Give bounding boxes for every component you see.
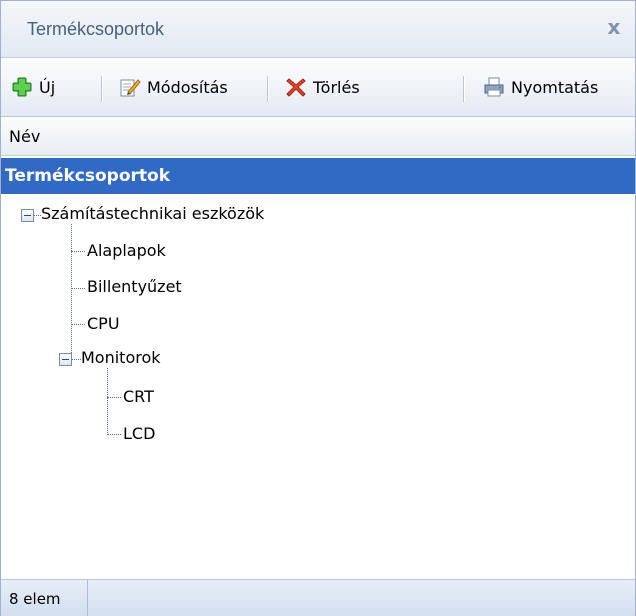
delete-button[interactable]: Törlés — [285, 74, 360, 100]
tree-connector — [33, 215, 41, 216]
tree-connector — [71, 324, 85, 325]
window-title: Termékcsoportok — [27, 19, 165, 39]
status-bar: 8 elem — [1, 579, 635, 616]
tree-item[interactable]: Alaplapok — [87, 241, 166, 260]
tree-connector — [71, 288, 85, 289]
close-icon[interactable]: x — [603, 15, 625, 39]
toolbar-separator — [267, 76, 269, 102]
tree-item[interactable]: CPU — [87, 314, 120, 333]
toolbar: Új Módosítás Törlés Nyomtatás — [1, 58, 635, 117]
product-group-tree: Termékcsoportok Számítástechnikai eszköz… — [1, 158, 635, 598]
column-header-label: Név — [9, 127, 41, 146]
toolbar-separator — [101, 76, 103, 102]
new-button[interactable]: Új — [11, 74, 55, 100]
new-button-label: Új — [39, 77, 56, 97]
tree-item[interactable]: LCD — [123, 424, 155, 443]
tree-connector — [71, 251, 85, 252]
item-count-text: 8 elem — [9, 590, 61, 608]
tree-connector — [107, 368, 108, 435]
tree-item[interactable]: Monitorok — [81, 348, 161, 367]
tree-item[interactable]: Billentyűzet — [87, 277, 182, 296]
edit-icon — [119, 76, 141, 98]
edit-button-label: Módosítás — [147, 77, 228, 97]
tree-root-label: Termékcsoportok — [5, 166, 171, 186]
plus-icon — [11, 76, 33, 98]
collapse-icon[interactable] — [59, 353, 72, 366]
delete-icon — [285, 76, 307, 98]
tree-connector — [71, 359, 81, 360]
tree-connector — [107, 397, 121, 398]
tree-root-row[interactable]: Termékcsoportok — [1, 158, 635, 194]
delete-button-label: Törlés — [313, 77, 360, 97]
title-bar: Termékcsoportok x — [1, 1, 635, 58]
edit-button[interactable]: Módosítás — [119, 74, 228, 100]
print-button-label: Nyomtatás — [511, 77, 599, 97]
status-count-cell: 8 elem — [1, 580, 88, 616]
print-icon — [483, 76, 505, 98]
tree-item[interactable]: Számítástechnikai eszközök — [41, 204, 264, 223]
product-groups-window: Termékcsoportok x Új Módosítás Törlés Ny… — [0, 0, 636, 616]
print-button[interactable]: Nyomtatás — [483, 74, 598, 100]
tree-item[interactable]: CRT — [123, 387, 154, 406]
tree-connector — [107, 434, 121, 435]
collapse-icon[interactable] — [21, 209, 34, 222]
column-header-name[interactable]: Név — [1, 117, 635, 156]
toolbar-separator — [463, 76, 465, 102]
